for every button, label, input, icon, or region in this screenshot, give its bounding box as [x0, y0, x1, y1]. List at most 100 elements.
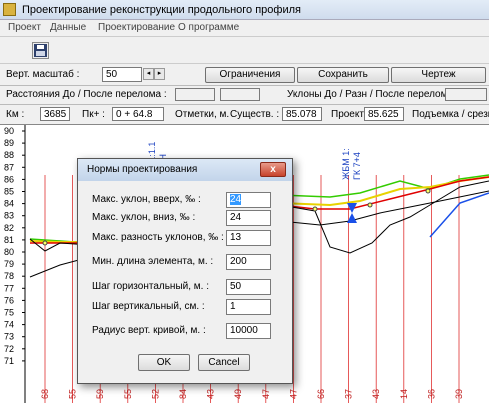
y-tick-label: 87	[4, 162, 14, 172]
vertical-label: ЖБМ 1:	[341, 148, 351, 180]
y-tick-label: 81	[4, 235, 14, 245]
x-station-label: 37	[344, 389, 354, 399]
status-row: Км : 3685 Пк+ : 0 + 64.8 Отметки, м. Сущ…	[0, 105, 489, 124]
y-tick-label: 75	[4, 308, 14, 318]
x-station-label: 43	[206, 389, 216, 399]
distance-before-field	[175, 88, 215, 101]
window-title: Проектирование реконструкции продольного…	[22, 4, 301, 16]
dialog-field-input[interactable]: 24	[226, 210, 271, 226]
y-tick-label: 80	[4, 247, 14, 257]
cancel-button[interactable]: Cancel	[198, 354, 250, 371]
dialog-field-value: 24	[230, 194, 242, 205]
menu-item-data[interactable]: Данные	[50, 22, 86, 33]
pk-label: Пк+ :	[82, 109, 105, 120]
km-label: Км :	[6, 109, 25, 120]
floppy-disk-icon	[34, 44, 47, 57]
x-station-label: 59	[95, 389, 105, 399]
dialog-field-input[interactable]: 10000	[226, 323, 271, 339]
dialog-field-value: 50	[230, 281, 242, 292]
x-station-label: 52	[150, 389, 160, 399]
y-tick-label: 79	[4, 259, 14, 269]
existing-elevation-field: 85.078	[282, 107, 322, 121]
y-tick-label: 73	[4, 332, 14, 342]
dialog-field-label: Радиус верт. кривой, м. :	[92, 325, 206, 336]
scale-row: Верт. масштаб : 50 ◂ ▸ Ограничения Сохра…	[0, 64, 489, 84]
menu-item-design[interactable]: Проектирование	[98, 22, 175, 33]
x-station-label: 14	[399, 389, 409, 399]
dialog-field-label: Макс. уклон, вверх, ‰ :	[92, 194, 201, 205]
dialog-field-label: Шаг горизонтальный, м. :	[92, 281, 209, 292]
x-axis: 68 55 59 55 52 84 43 49 47 47 66 37 43 14 36 39	[40, 389, 464, 399]
limits-button[interactable]: Ограничения	[205, 67, 295, 83]
dialog-field-label: Мин. длина элемента, м. :	[92, 256, 214, 267]
y-tick-label: 83	[4, 211, 14, 221]
x-station-label: 55	[123, 389, 133, 399]
dialog-field-input[interactable]: 13	[226, 230, 271, 246]
vert-scale-input[interactable]: 50	[102, 67, 142, 82]
km-field: 3685	[40, 107, 70, 121]
vert-scale-label: Верт. масштаб :	[6, 69, 80, 80]
y-tick-label: 82	[4, 223, 14, 233]
y-tick-label: 74	[4, 320, 14, 330]
distances-row: Расстояния До / После перелома : Уклоны …	[0, 86, 489, 104]
dialog-field-label: Макс. разность уклонов, ‰ :	[92, 232, 224, 243]
x-station-label: 49	[233, 389, 243, 399]
dialog-close-button[interactable]: x	[260, 162, 286, 177]
drawing-button[interactable]: Чертеж	[391, 67, 486, 83]
slopes-label: Уклоны До / Разн / После перелома :	[287, 89, 459, 100]
y-axis: 90 89 88 87 86 85 84 83 82 81 80 79 78 77 76 75 74 73 72 71	[4, 125, 26, 403]
toolbar	[0, 36, 489, 64]
x-station-label: 47	[261, 389, 271, 399]
y-tick-label: 76	[4, 295, 14, 305]
dialog-field-value: 24	[230, 212, 242, 223]
dialog-field-value: 10000	[230, 325, 258, 336]
y-tick-label: 78	[4, 271, 14, 281]
x-station-label: 36	[426, 389, 436, 399]
x-station-label: 39	[454, 389, 464, 399]
dialog-title: Нормы проектирования	[87, 164, 198, 175]
distance-after-field	[220, 88, 260, 101]
dialog-field-value: 200	[230, 256, 247, 267]
y-tick-label: 77	[4, 283, 14, 293]
dialog-field-input[interactable]: 1	[226, 299, 271, 315]
scale-decrease-button[interactable]: ◂	[143, 68, 154, 80]
y-tick-label: 72	[4, 344, 14, 354]
y-tick-label: 89	[4, 138, 14, 148]
dialog-field-input[interactable]: 50	[226, 279, 271, 295]
scale-increase-button[interactable]: ▸	[154, 68, 165, 80]
pk-field: 0 + 64.8	[112, 107, 164, 121]
dialog-title-bar: Нормы проектирования x	[78, 159, 292, 181]
app-icon	[3, 3, 16, 16]
vertical-label: ГК 7+4	[352, 152, 362, 180]
y-tick-label: 84	[4, 199, 14, 209]
menu-item-about[interactable]: О программе	[178, 22, 239, 33]
y-tick-label: 85	[4, 187, 14, 197]
ok-button[interactable]: OK	[138, 354, 190, 371]
y-tick-label: 88	[4, 150, 14, 160]
y-tick-label: 71	[4, 356, 14, 366]
dialog-field-label: Шаг вертикальный, см. :	[92, 301, 205, 312]
menu-item-project[interactable]: Проект	[8, 22, 41, 33]
x-station-label: 43	[371, 389, 381, 399]
existing-label: Существ. :	[230, 109, 280, 120]
save-button[interactable]	[32, 42, 49, 59]
dialog-field-input[interactable]: 24	[226, 192, 271, 208]
y-tick-label: 86	[4, 174, 14, 184]
title-bar: Проектирование реконструкции продольного…	[0, 0, 489, 20]
y-tick-label: 90	[4, 126, 14, 136]
slope-before-field	[445, 88, 487, 101]
lift-cut-label: Подъемка / срезк	[412, 109, 489, 120]
dialog-field-value: 13	[230, 232, 242, 243]
save-profile-button[interactable]: Сохранить	[297, 67, 389, 83]
menu-bar: Проект Данные Проектирование О программе	[0, 20, 489, 36]
distances-label: Расстояния До / После перелома :	[6, 89, 167, 100]
dialog-field-value: 1	[230, 301, 236, 312]
x-station-label: 66	[316, 389, 326, 399]
dialog-field-input[interactable]: 200	[226, 254, 271, 270]
x-station-label: 68	[40, 389, 50, 399]
project-elevation-field: 85.625	[364, 107, 404, 121]
design-norms-dialog: Нормы проектирования x Макс. уклон, ввер…	[77, 158, 293, 384]
x-station-label: 47	[288, 389, 298, 399]
marks-label: Отметки, м.	[175, 109, 230, 120]
x-station-label: 55	[68, 389, 78, 399]
